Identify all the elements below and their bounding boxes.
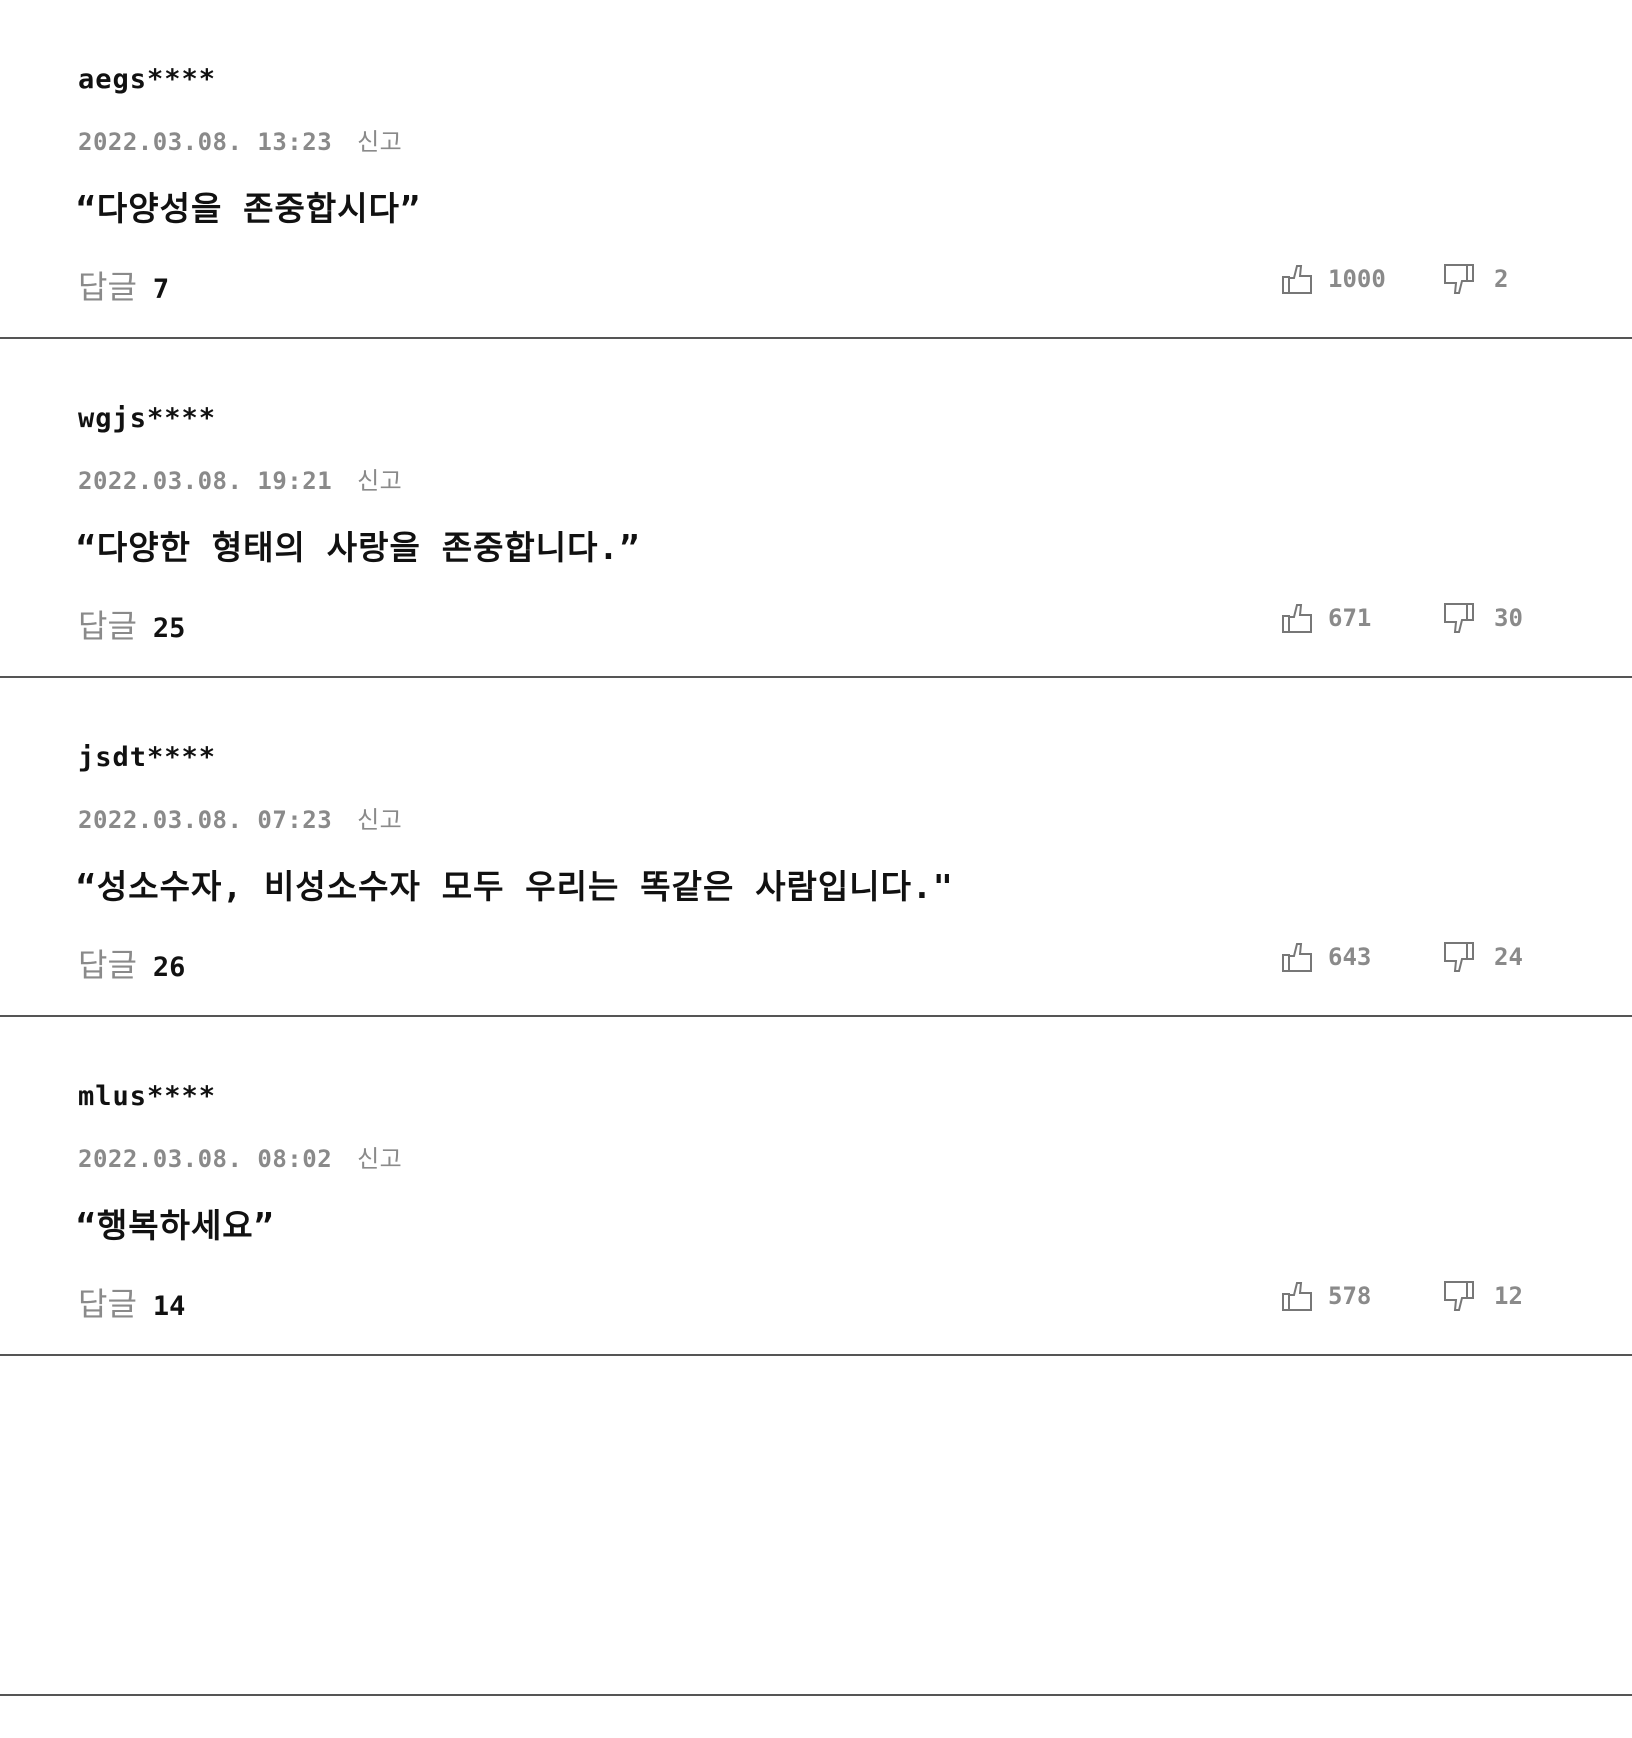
dislike-count: 30 <box>1494 604 1523 632</box>
like-count: 1000 <box>1328 265 1386 293</box>
reply-count: 26 <box>152 952 186 983</box>
report-button[interactable]: 신고 <box>357 1145 402 1173</box>
reply-button[interactable]: 답글 25 <box>78 601 185 647</box>
dislike-button[interactable]: 12 <box>1442 1279 1523 1313</box>
comment-username[interactable]: jsdt**** <box>78 742 216 773</box>
comment-text: “다양한 형태의 사랑을 존중합니다.” <box>76 528 641 567</box>
comment-item: wgjs**** 2022.03.08. 19:21 신고 “다양한 형태의 사… <box>0 339 1632 678</box>
reply-label: 답글 <box>78 1285 137 1323</box>
like-button[interactable]: 1000 <box>1280 262 1386 296</box>
comment-datetime: 2022.03.08. 08:02 <box>78 1145 333 1173</box>
comment-list: aegs**** 2022.03.08. 13:23 신고 “다양성을 존중합시… <box>0 0 1632 1356</box>
dislike-count: 2 <box>1494 265 1509 293</box>
thumbs-down-icon <box>1444 1281 1474 1311</box>
comment-item: aegs**** 2022.03.08. 13:23 신고 “다양성을 존중합시… <box>0 0 1632 339</box>
comment-meta: 2022.03.08. 07:23 신고 <box>78 800 402 835</box>
thumbs-up-icon <box>1282 265 1312 294</box>
comment-text: “성소수자, 비성소수자 모두 우리는 똑같은 사람입니다." <box>76 867 954 906</box>
dislike-count: 24 <box>1494 943 1523 971</box>
like-count: 643 <box>1328 943 1372 971</box>
dislike-button[interactable]: 24 <box>1442 940 1523 974</box>
thumbs-up-icon <box>1282 604 1312 633</box>
reply-button[interactable]: 답글 14 <box>78 1279 185 1325</box>
reply-label: 답글 <box>78 268 137 306</box>
comment-item: jsdt**** 2022.03.08. 07:23 신고 “성소수자, 비성소… <box>0 678 1632 1017</box>
comment-meta: 2022.03.08. 08:02 신고 <box>78 1139 402 1174</box>
comment-datetime: 2022.03.08. 07:23 <box>78 806 333 834</box>
comment-item: mlus**** 2022.03.08. 08:02 신고 “행복하세요” 답글… <box>0 1017 1632 1356</box>
comment-username[interactable]: mlus**** <box>78 1081 216 1112</box>
thumbs-down-icon <box>1444 603 1474 633</box>
like-button[interactable]: 643 <box>1280 940 1371 974</box>
comment-text: “다양성을 존중합시다” <box>76 189 421 228</box>
comment-text: “행복하세요” <box>76 1206 275 1245</box>
thumbs-down-icon <box>1444 264 1474 294</box>
reply-label: 답글 <box>78 607 137 645</box>
like-button[interactable]: 671 <box>1280 601 1371 635</box>
reply-label: 답글 <box>78 946 137 984</box>
comment-username[interactable]: wgjs**** <box>78 403 216 434</box>
dislike-button[interactable]: 30 <box>1442 601 1523 635</box>
comment-username[interactable]: aegs**** <box>78 64 216 95</box>
like-button[interactable]: 578 <box>1280 1279 1371 1313</box>
empty-comment-slot <box>0 1357 1632 1696</box>
reply-count: 14 <box>152 1291 186 1322</box>
report-button[interactable]: 신고 <box>357 128 402 156</box>
thumbs-up-icon <box>1282 1282 1312 1311</box>
reply-button[interactable]: 답글 26 <box>78 940 185 986</box>
comment-datetime: 2022.03.08. 13:23 <box>78 128 333 156</box>
report-button[interactable]: 신고 <box>357 806 402 834</box>
reply-count: 25 <box>152 613 186 644</box>
report-button[interactable]: 신고 <box>357 467 402 495</box>
like-count: 578 <box>1328 1282 1372 1310</box>
comment-datetime: 2022.03.08. 19:21 <box>78 467 333 495</box>
thumbs-down-icon <box>1444 942 1474 972</box>
like-count: 671 <box>1328 604 1372 632</box>
comment-meta: 2022.03.08. 13:23 신고 <box>78 122 402 157</box>
thumbs-up-icon <box>1282 943 1312 972</box>
dislike-button[interactable]: 2 <box>1442 262 1508 296</box>
reply-button[interactable]: 답글 7 <box>78 262 169 308</box>
dislike-count: 12 <box>1494 1282 1523 1310</box>
reply-count: 7 <box>152 274 170 305</box>
comment-meta: 2022.03.08. 19:21 신고 <box>78 461 402 496</box>
